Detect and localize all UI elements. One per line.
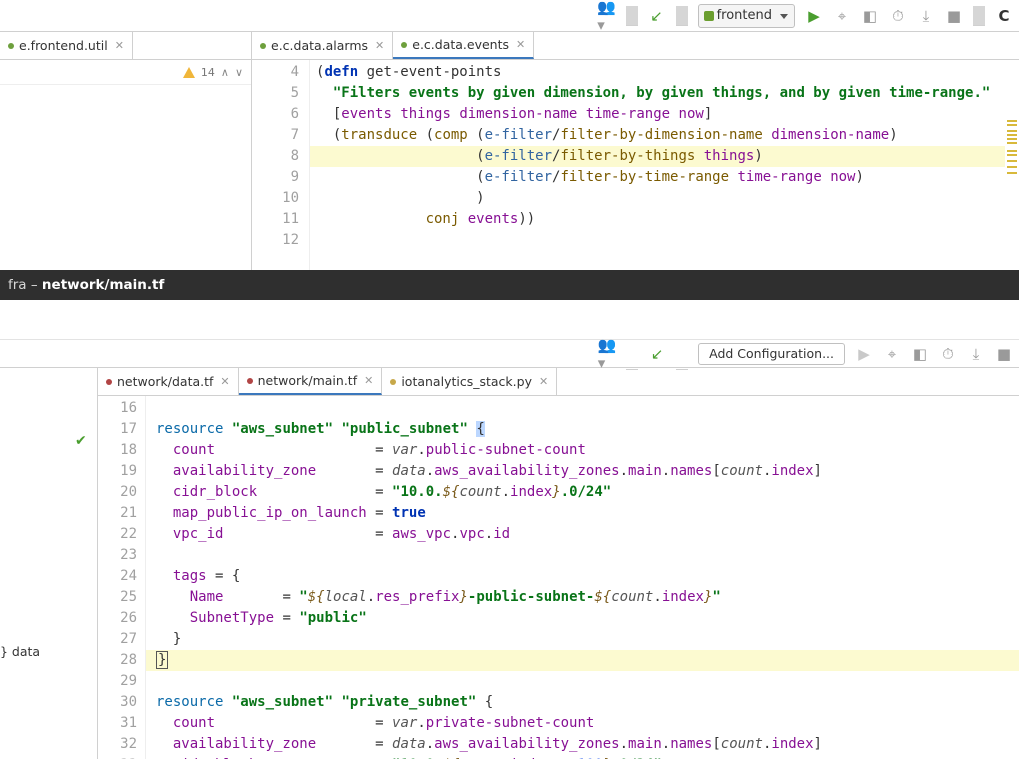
coverage-icon[interactable]: ◧ [861, 7, 879, 25]
code-editor[interactable]: 456789101112 (defn get-event-points "Fil… [252, 60, 1019, 270]
close-icon[interactable]: ✕ [375, 39, 384, 52]
terraform-file-icon [106, 379, 112, 385]
debug-icon[interactable]: ⌖ [833, 7, 851, 25]
check-icon: ✔ [75, 433, 87, 449]
clojure-file-icon [401, 42, 407, 48]
vcs-update-icon[interactable]: ↙ [648, 345, 666, 363]
inspection-bar: 14 ∧ ∨ [0, 60, 251, 85]
editor-tabs: e.c.data.alarms ✕ e.c.data.events ✕ [252, 32, 1019, 60]
profile-icon: ⏱ [939, 345, 957, 363]
editor-tab[interactable]: e.c.data.alarms ✕ [252, 32, 393, 59]
python-file-icon [390, 379, 396, 385]
line-gutter: 161718192021222324252627282930313233 [98, 396, 146, 759]
run-icon[interactable]: ▶ [805, 7, 823, 25]
warning-count: 14 [201, 66, 215, 79]
close-icon[interactable]: ✕ [516, 38, 525, 51]
file-tab-label: network/data.tf [117, 374, 213, 389]
file-tab-label: iotanalytics_stack.py [401, 374, 532, 389]
file-tab-label: network/main.tf [258, 373, 357, 388]
bottom-ide-window: 👥▾ ↙ Add Configuration... ▶ ⌖ ◧ ⏱ ⤓ ■ ✔ … [0, 300, 1019, 759]
close-icon[interactable]: ✕ [539, 375, 548, 388]
top-toolbar: 👥▾ ↙ frontend ▶ ⌖ ◧ ⏱ ⤓ ■ C [0, 0, 1019, 32]
editor-tab[interactable]: network/data.tf ✕ [98, 368, 239, 395]
code-content[interactable]: (defn get-event-points "Filters events b… [310, 60, 1019, 270]
bottom-left-gutter: ✔ } data [0, 368, 98, 759]
file-tab-label: e.c.data.alarms [271, 38, 368, 53]
editor-tab[interactable]: iotanalytics_stack.py ✕ [382, 368, 557, 395]
add-configuration-label: Add Configuration... [709, 346, 834, 361]
editor-tabs: network/data.tf ✕ network/main.tf ✕ iota… [98, 368, 1019, 396]
bottom-toolbar: 👥▾ ↙ Add Configuration... ▶ ⌖ ◧ ⏱ ⤓ ■ [0, 340, 1019, 368]
warning-icon [183, 67, 195, 78]
top-right-editor: e.c.data.alarms ✕ e.c.data.events ✕ 4567… [252, 32, 1019, 270]
chevron-down-icon [780, 14, 788, 19]
close-icon[interactable]: ✕ [364, 374, 373, 387]
clojure-file-icon [260, 43, 266, 49]
cropped-text: } data [0, 644, 40, 659]
line-gutter: 456789101112 [252, 60, 310, 270]
editor-tab-active[interactable]: e.c.data.events ✕ [393, 32, 534, 59]
run-config-selector[interactable]: Add Configuration... [698, 343, 845, 365]
editor-tab-active[interactable]: network/main.tf ✕ [239, 368, 383, 395]
terraform-file-icon [247, 378, 253, 384]
attach-icon: ⤓ [967, 345, 985, 363]
users-icon[interactable]: 👥▾ [598, 7, 616, 25]
chevron-down-icon[interactable]: ∨ [235, 66, 243, 79]
debug-icon: ⌖ [883, 345, 901, 363]
profile-icon[interactable]: ⏱ [889, 7, 907, 25]
file-tab-label: e.c.data.events [412, 37, 509, 52]
file-tab-label: e.frontend.util [19, 38, 108, 53]
code-content[interactable]: resource "aws_subnet" "public_subnet" { … [146, 396, 1019, 759]
coverage-icon: ◧ [911, 345, 929, 363]
users-icon[interactable]: 👥▾ [598, 345, 616, 363]
window-title-bar: fra – network/main.tf [0, 270, 1019, 300]
title-left-crop: fra – [8, 277, 38, 293]
run-config-selector[interactable]: frontend [698, 4, 795, 28]
chevron-up-icon[interactable]: ∧ [221, 66, 229, 79]
run-config-label: frontend [717, 8, 772, 23]
settings-char[interactable]: C [995, 7, 1013, 25]
stop-icon[interactable]: ■ [945, 7, 963, 25]
title-path: network/main.tf [42, 277, 164, 293]
run-icon: ▶ [855, 345, 873, 363]
vcs-update-icon[interactable]: ↙ [648, 7, 666, 25]
top-left-editor: e.frontend.util ✕ 14 ∧ ∨ [0, 32, 252, 270]
stop-icon: ■ [995, 345, 1013, 363]
code-editor[interactable]: 161718192021222324252627282930313233 res… [98, 396, 1019, 759]
attach-icon[interactable]: ⤓ [917, 7, 935, 25]
close-icon[interactable]: ✕ [220, 375, 229, 388]
left-file-tab[interactable]: e.frontend.util ✕ [0, 32, 133, 59]
top-ide-window: 👥▾ ↙ frontend ▶ ⌖ ◧ ⏱ ⤓ ■ C e.frontend.u… [0, 0, 1019, 270]
close-icon[interactable]: ✕ [115, 39, 124, 52]
clojure-file-icon [8, 43, 14, 49]
